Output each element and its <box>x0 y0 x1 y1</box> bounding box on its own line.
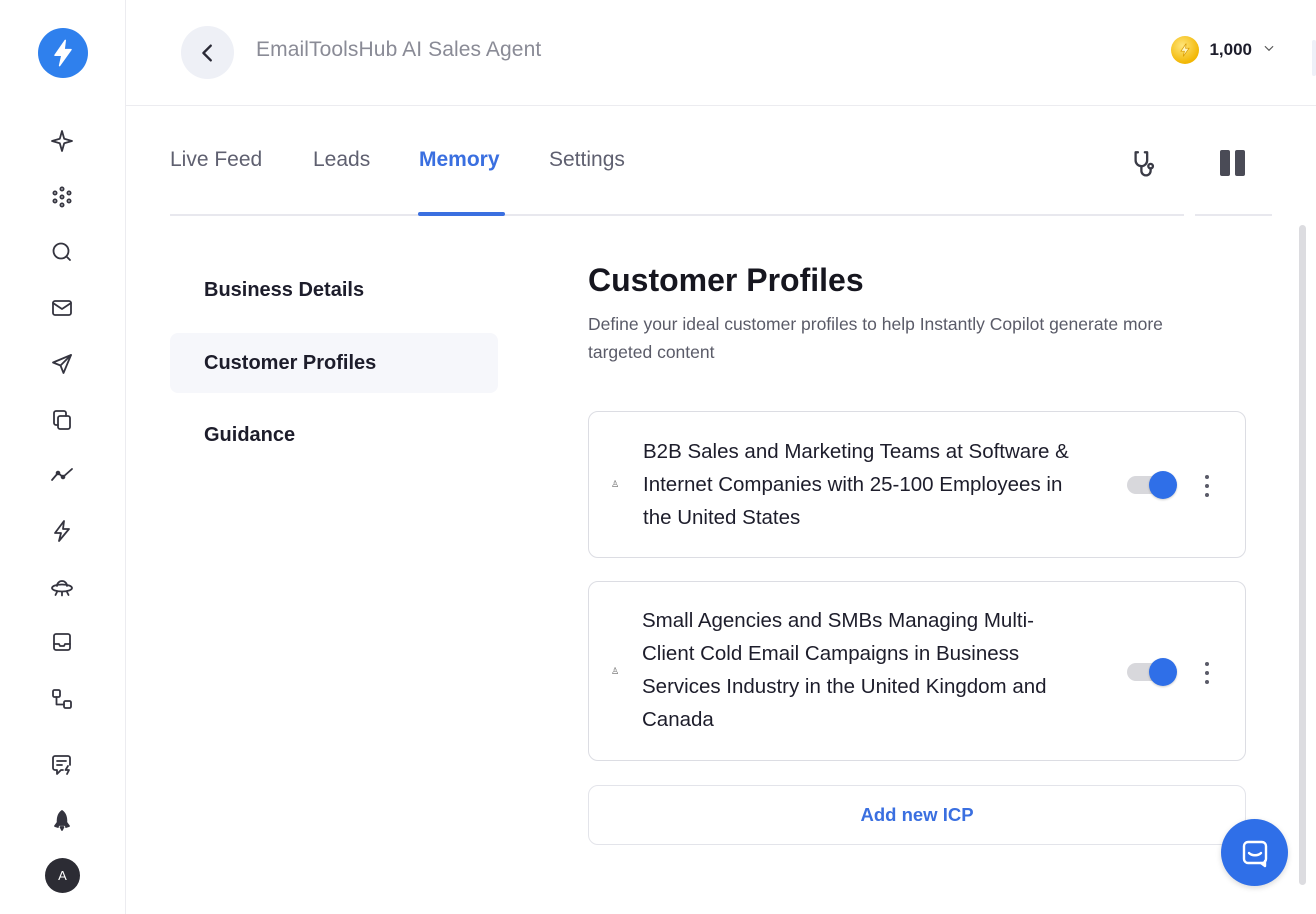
ufo-icon[interactable] <box>48 573 76 601</box>
copy-icon[interactable] <box>48 406 76 434</box>
profile-toggle[interactable] <box>1127 471 1179 499</box>
top-header: EmailToolsHub AI Sales Agent 1,000 <box>126 0 1316 106</box>
mail-icon[interactable] <box>48 294 76 322</box>
pause-button[interactable] <box>1220 150 1246 178</box>
profile-card: ♙ Small Agencies and SMBs Managing Multi… <box>588 581 1246 761</box>
tab-bar: Live Feed Leads Memory Settings <box>170 106 1184 216</box>
analytics-icon[interactable] <box>48 461 76 489</box>
workflow-icon[interactable] <box>48 685 76 713</box>
toggle-knob <box>1149 471 1177 499</box>
edge-strip <box>1312 40 1316 76</box>
profile-text: B2B Sales and Marketing Teams at Softwar… <box>643 440 1069 529</box>
avatar[interactable]: A <box>45 858 80 893</box>
person-icon: ♙ <box>611 666 620 676</box>
person-icon: ♙ <box>611 479 620 489</box>
chat-support-button[interactable] <box>1221 819 1288 886</box>
coin-icon <box>1171 36 1200 64</box>
chevron-down-icon <box>1262 41 1276 60</box>
tab-leads[interactable]: Leads <box>313 148 370 172</box>
chevron-left-icon <box>201 43 212 62</box>
more-options-icon[interactable] <box>1201 475 1213 497</box>
subnav-customer-profiles[interactable]: Customer Profiles <box>170 333 498 393</box>
more-options-icon[interactable] <box>1201 662 1213 684</box>
search-icon[interactable] <box>48 238 76 266</box>
active-tab-indicator <box>418 212 505 216</box>
send-icon[interactable] <box>48 350 76 378</box>
section-description: Define your ideal customer profiles to h… <box>588 314 1163 362</box>
subnav-guidance[interactable]: Guidance <box>170 405 498 465</box>
divider <box>1195 214 1272 216</box>
profile-card: ♙ B2B Sales and Marketing Teams at Softw… <box>588 411 1246 558</box>
credits-dropdown[interactable]: 1,000 <box>1171 36 1276 64</box>
toggle-knob <box>1149 658 1177 686</box>
chat-bolt-icon[interactable] <box>48 751 76 779</box>
profile-text: Small Agencies and SMBs Managing Multi-C… <box>642 609 1047 731</box>
subnav-business-details[interactable]: Business Details <box>170 260 498 320</box>
sparkle-icon[interactable] <box>48 127 76 155</box>
scrollbar[interactable] <box>1299 225 1306 885</box>
pause-bar <box>1220 150 1230 176</box>
chat-icon <box>1242 840 1267 867</box>
sidebar: A <box>0 0 126 914</box>
rocket-icon[interactable] <box>48 807 76 835</box>
network-icon[interactable] <box>48 183 76 211</box>
tab-live-feed[interactable]: Live Feed <box>170 148 262 172</box>
tab-memory[interactable]: Memory <box>419 148 500 172</box>
logo-icon[interactable] <box>38 28 88 78</box>
credits-value: 1,000 <box>1209 40 1252 59</box>
bolt-icon[interactable] <box>48 517 76 545</box>
inbox-icon[interactable] <box>48 628 76 656</box>
section-title: Customer Profiles <box>588 262 864 298</box>
pause-bar <box>1235 150 1245 176</box>
back-button[interactable] <box>181 26 234 79</box>
page-title: EmailToolsHub AI Sales Agent <box>256 38 542 61</box>
profile-toggle[interactable] <box>1127 658 1179 686</box>
stethoscope-icon[interactable] <box>1132 150 1160 180</box>
add-new-icp-button[interactable]: Add new ICP <box>588 785 1246 845</box>
tab-settings[interactable]: Settings <box>549 148 625 172</box>
